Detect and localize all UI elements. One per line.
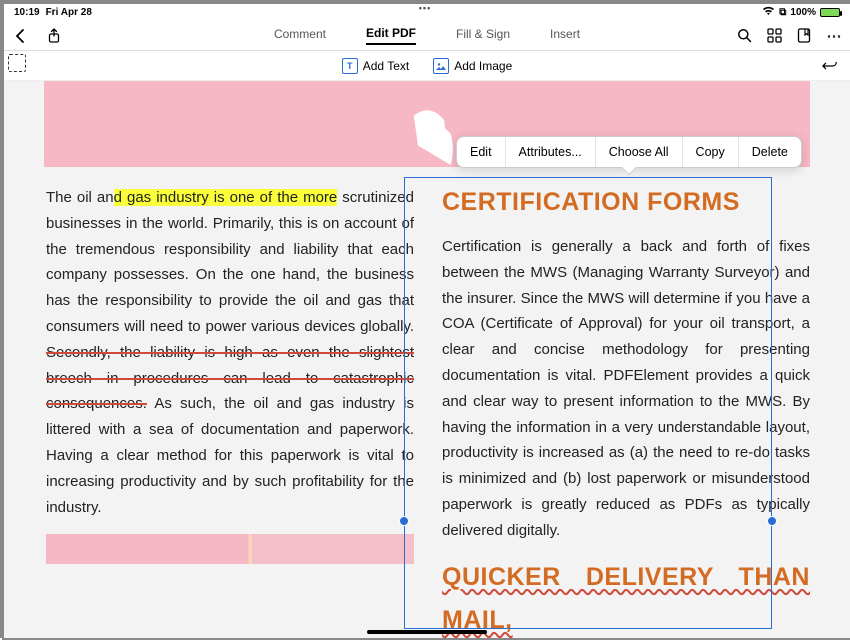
bookmark-button[interactable] xyxy=(796,28,812,44)
add-image-label: Add Image xyxy=(454,59,512,73)
bluetooth-icon: ⧉ xyxy=(779,7,786,18)
document-canvas[interactable]: The oil and gas industry is one of the m… xyxy=(4,81,850,638)
undo-button[interactable] xyxy=(822,58,838,74)
battery-percent: 100% xyxy=(790,7,816,18)
ios-status-bar: 10:19 Fri Apr 28 ••• ⧉ 100% xyxy=(4,4,850,21)
marquee-select-tool[interactable] xyxy=(8,54,26,72)
edit-tools-bar: T Add Text Add Image xyxy=(4,51,850,81)
text-icon: T xyxy=(342,58,358,74)
text-selection-box[interactable] xyxy=(404,177,772,629)
tab-comment[interactable]: Comment xyxy=(274,27,326,44)
image-icon xyxy=(433,58,449,74)
ctx-attributes[interactable]: Attributes... xyxy=(506,137,596,167)
highlighted-text: d gas industry is one of the more xyxy=(114,189,338,206)
back-button[interactable] xyxy=(12,28,28,44)
ctx-choose-all[interactable]: Choose All xyxy=(596,137,683,167)
add-image-button[interactable]: Add Image xyxy=(433,58,512,74)
text-plain: The oil an xyxy=(46,189,114,206)
add-text-label: Add Text xyxy=(363,59,409,73)
ctx-edit[interactable]: Edit xyxy=(457,137,506,167)
selection-handle-right[interactable] xyxy=(767,516,777,526)
ctx-copy[interactable]: Copy xyxy=(683,137,739,167)
ctx-delete[interactable]: Delete xyxy=(739,137,801,167)
main-toolbar: Comment Edit PDF Fill & Sign Insert ⋯ xyxy=(4,21,850,51)
tab-insert[interactable]: Insert xyxy=(550,27,580,44)
search-button[interactable] xyxy=(736,28,752,44)
selection-handle-left[interactable] xyxy=(399,516,409,526)
wifi-icon xyxy=(762,6,775,19)
tab-edit-pdf[interactable]: Edit PDF xyxy=(366,26,416,45)
left-text-column[interactable]: The oil and gas industry is one of the m… xyxy=(44,181,416,638)
add-text-button[interactable]: T Add Text xyxy=(342,58,409,74)
text-plain: As such, the oil and gas industry is lit… xyxy=(46,395,414,515)
home-indicator[interactable] xyxy=(367,630,487,634)
secondary-image xyxy=(46,534,414,564)
facetime-indicator: ••• xyxy=(419,3,431,13)
share-button[interactable] xyxy=(46,28,62,44)
tab-fill-sign[interactable]: Fill & Sign xyxy=(456,27,510,44)
text-plain: scrutinized businesses in the world. Pri… xyxy=(46,189,414,335)
context-menu: Edit Attributes... Choose All Copy Delet… xyxy=(456,136,802,168)
status-time: 10:19 xyxy=(14,7,40,18)
grid-view-button[interactable] xyxy=(766,28,782,44)
battery-icon xyxy=(820,8,840,17)
more-button[interactable]: ⋯ xyxy=(826,28,842,44)
status-date: Fri Apr 28 xyxy=(46,7,92,18)
